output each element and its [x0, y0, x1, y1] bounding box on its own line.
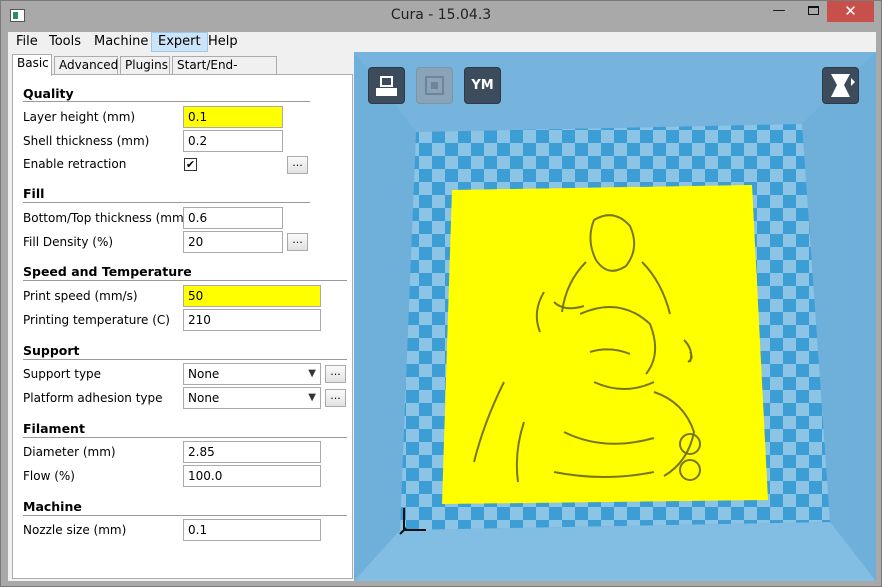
section-quality-title: Quality	[23, 86, 74, 101]
build-scene	[354, 52, 876, 581]
view-mode-icon	[831, 74, 855, 97]
load-model-icon	[376, 76, 397, 96]
support-settings-button[interactable]: ...	[325, 365, 346, 383]
shell-thickness-input[interactable]: 0.2	[183, 130, 283, 152]
fill-density-label: Fill Density (%)	[23, 235, 114, 249]
build-volume-floor-edge	[354, 522, 876, 581]
basic-settings-form: Quality Layer height (mm) 0.1 Shell thic…	[12, 74, 353, 579]
menu-expert[interactable]: Expert	[151, 32, 208, 52]
fill-settings-button[interactable]: ...	[287, 233, 308, 251]
tab-start-end-gcode[interactable]: Start/End-GCode	[172, 56, 277, 89]
platform-adhesion-value: None	[188, 391, 220, 405]
support-type-select[interactable]: None ▼	[183, 363, 321, 385]
section-fill-title: Fill	[23, 186, 45, 201]
enable-retraction-checkbox[interactable]: ✔	[184, 158, 197, 171]
support-type-value: None	[188, 367, 220, 381]
nozzle-size-input[interactable]: 0.1	[183, 519, 321, 541]
section-divider	[23, 280, 347, 281]
chevron-down-icon: ▼	[308, 392, 316, 403]
minimize-button[interactable]: —	[765, 1, 793, 22]
minimize-icon: —	[772, 3, 786, 18]
lithophane-model[interactable]	[442, 185, 768, 504]
section-support-title: Support	[23, 343, 80, 358]
enable-retraction-label: Enable retraction	[23, 157, 127, 171]
youmagine-button[interactable]: YM	[464, 67, 501, 104]
bottom-top-thickness-label: Bottom/Top thickness (mm)	[23, 211, 189, 225]
close-icon: ✕	[844, 2, 857, 20]
section-speed-title: Speed and Temperature	[23, 264, 192, 279]
flow-input[interactable]: 100.0	[183, 465, 321, 487]
section-divider	[23, 202, 310, 203]
view-mode-button[interactable]	[822, 67, 859, 104]
menu-help[interactable]: Help	[202, 32, 244, 52]
platform-adhesion-label: Platform adhesion type	[23, 391, 163, 405]
youmagine-icon: YM	[471, 78, 494, 93]
chevron-down-icon: ▼	[308, 368, 316, 379]
menu-tools[interactable]: Tools	[43, 32, 87, 52]
adhesion-settings-button[interactable]: ...	[325, 389, 346, 407]
print-speed-label: Print speed (mm/s)	[23, 289, 138, 303]
menu-machine[interactable]: Machine	[88, 32, 154, 52]
bottom-top-thickness-input[interactable]: 0.6	[183, 207, 283, 229]
print-speed-input[interactable]: 50	[183, 285, 321, 307]
section-divider	[23, 437, 347, 438]
cura-window: Cura - 15.04.3 — ✕ File Tools Machine Ex…	[0, 0, 882, 587]
maximize-button[interactable]	[799, 1, 827, 22]
save-gcode-icon	[425, 76, 444, 95]
title-bar[interactable]: Cura - 15.04.3 — ✕	[1, 1, 881, 32]
maximize-icon	[807, 6, 819, 15]
retraction-settings-button[interactable]: ...	[287, 156, 308, 174]
menu-bar: File Tools Machine Expert Help	[8, 32, 876, 52]
fill-density-input[interactable]: 20	[183, 231, 283, 253]
printing-temperature-input[interactable]: 210	[183, 309, 321, 331]
diameter-input[interactable]: 2.85	[183, 441, 321, 463]
section-filament-title: Filament	[23, 421, 85, 436]
printing-temperature-label: Printing temperature (C)	[23, 313, 170, 327]
section-divider	[23, 515, 347, 516]
platform-adhesion-select[interactable]: None ▼	[183, 387, 321, 409]
close-button[interactable]: ✕	[827, 1, 874, 22]
tab-advanced[interactable]: Advanced	[54, 56, 118, 75]
3d-viewport[interactable]: YM	[354, 52, 876, 581]
load-model-button[interactable]	[368, 67, 405, 104]
menu-file[interactable]: File	[10, 32, 44, 52]
layer-height-input[interactable]: 0.1	[183, 106, 283, 128]
tab-basic[interactable]: Basic	[12, 54, 52, 76]
save-gcode-button[interactable]	[416, 67, 453, 104]
shell-thickness-label: Shell thickness (mm)	[23, 134, 150, 148]
section-divider	[23, 101, 310, 102]
window-title: Cura - 15.04.3	[390, 7, 492, 23]
support-type-label: Support type	[23, 367, 102, 381]
diameter-label: Diameter (mm)	[23, 445, 116, 459]
section-divider	[23, 359, 347, 360]
layer-height-label: Layer height (mm)	[23, 110, 136, 124]
section-machine-title: Machine	[23, 499, 82, 514]
tab-plugins[interactable]: Plugins	[120, 56, 170, 75]
flow-label: Flow (%)	[23, 469, 75, 483]
nozzle-size-label: Nozzle size (mm)	[23, 523, 127, 537]
settings-panel: Basic Advanced Plugins Start/End-GCode Q…	[8, 52, 354, 581]
